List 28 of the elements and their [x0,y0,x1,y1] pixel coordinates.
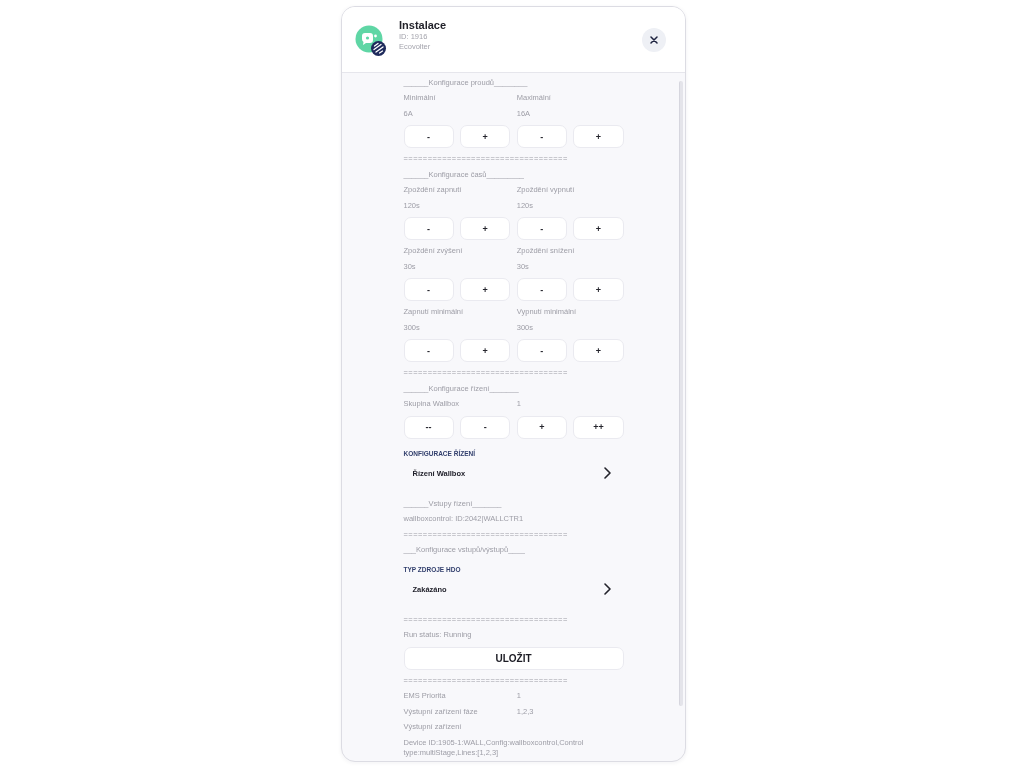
save-button[interactable]: ULOŽIT [403,646,624,670]
stepper-button[interactable]: - [516,278,567,301]
stepper-button[interactable]: -- [403,415,454,439]
app-icon [355,25,387,57]
stepper-button[interactable]: + [460,278,511,301]
stepper-button[interactable]: - [403,217,454,240]
stepper-button[interactable]: - [403,339,454,362]
stepper-button[interactable]: + [460,125,511,148]
close-icon [650,36,658,44]
chevron-right-icon [603,583,611,595]
scrollbar-thumb[interactable] [679,81,683,706]
stepper-button[interactable]: - [403,278,454,301]
stepper-button[interactable]: + [573,339,624,362]
chevron-right-icon [603,467,611,479]
dialog-title: Instalace [399,19,448,32]
stepper-button[interactable]: + [573,217,624,240]
stepper-button[interactable]: - [516,217,567,240]
stepper-button[interactable]: - [516,125,567,148]
stepper-button[interactable]: - [516,339,567,362]
stepper-button[interactable]: - [403,125,454,148]
close-button[interactable] [642,28,666,52]
stepper-button[interactable]: + [460,217,511,240]
stepper-button[interactable]: - [460,415,511,439]
stepper-button[interactable]: + [516,415,567,439]
stepper-button[interactable]: ++ [573,415,624,439]
stepper-button[interactable]: + [573,125,624,148]
stepper-button[interactable]: + [573,278,624,301]
stepper-button[interactable]: + [460,339,511,362]
